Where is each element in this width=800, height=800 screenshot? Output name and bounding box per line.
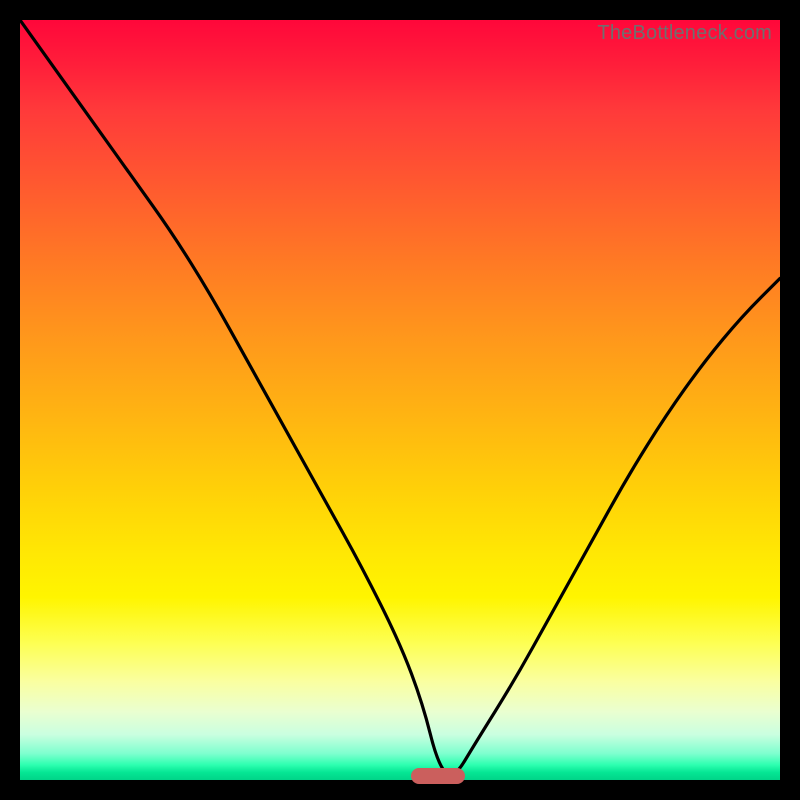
chart-frame: TheBottleneck.com (0, 0, 800, 800)
curve-path (20, 20, 780, 775)
optimum-marker (411, 768, 465, 784)
bottleneck-curve (20, 20, 780, 780)
plot-area: TheBottleneck.com (20, 20, 780, 780)
